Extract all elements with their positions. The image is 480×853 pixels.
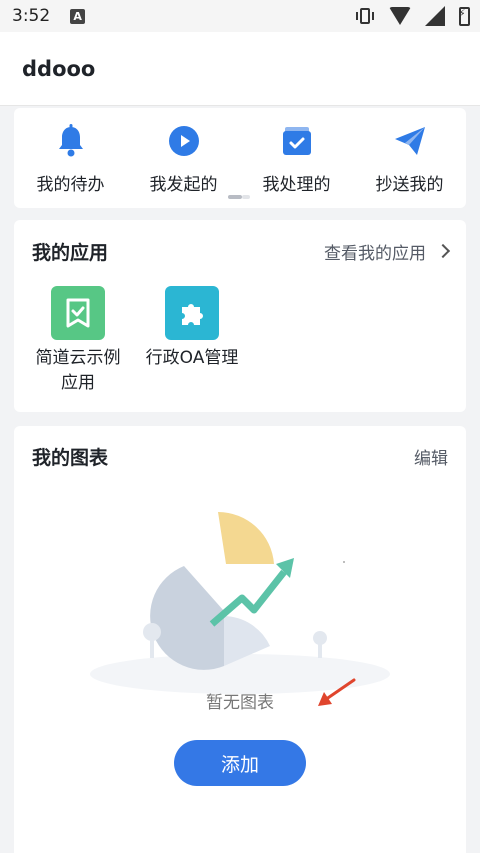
my-apps-card: 我的应用 查看我的应用 简道云示例应用 行政OA管理 <box>14 220 466 412</box>
quick-initiated-label: 我发起的 <box>149 175 218 195</box>
app-title: ddooo <box>22 56 96 81</box>
quick-todo[interactable]: 我的待办 <box>21 124 121 195</box>
battery-charging-icon <box>458 6 470 26</box>
empty-chart-illustration <box>90 511 390 694</box>
page-indicator-inactive <box>242 195 250 199</box>
vibrate-icon <box>355 7 375 25</box>
play-circle-icon <box>167 124 201 158</box>
quick-cc-label: 抄送我的 <box>375 175 444 195</box>
quick-todo-label: 我的待办 <box>36 175 105 195</box>
quick-handled[interactable]: 我处理的 <box>247 124 347 195</box>
status-bar: 3:52 A <box>0 0 480 32</box>
wifi-icon <box>389 7 411 25</box>
app-name: 简道云示例应用 <box>35 348 121 393</box>
view-my-apps-label: 查看我的应用 <box>324 243 426 264</box>
status-icons <box>355 6 470 26</box>
add-chart-button[interactable]: 添加 <box>174 740 306 786</box>
app-bar: ddooo <box>0 32 480 106</box>
paper-plane-icon <box>393 124 427 158</box>
quick-actions-card: 我的待办 我发起的 我处理的 抄送我的 <box>14 108 466 208</box>
my-charts-card: 我的图表 编辑 暂无图表 添加 <box>14 426 466 853</box>
chevron-right-icon <box>435 243 451 259</box>
annotation-arrow-icon <box>318 678 356 706</box>
my-charts-title: 我的图表 <box>32 446 109 469</box>
app-name: 行政OA管理 <box>145 348 239 368</box>
empty-charts-text: 暂无图表 <box>206 693 274 713</box>
app-admin-oa[interactable]: 行政OA管理 <box>144 286 240 396</box>
puzzle-icon <box>165 286 219 340</box>
app-jiandaoyun-demo[interactable]: 简道云示例应用 <box>30 286 126 396</box>
bell-icon <box>54 124 88 158</box>
status-time: 3:52 <box>12 6 51 26</box>
page-indicator <box>228 195 250 199</box>
my-apps-title: 我的应用 <box>32 241 109 264</box>
quick-initiated[interactable]: 我发起的 <box>134 124 234 195</box>
a-notification-icon: A <box>70 8 86 24</box>
bookmark-check-icon <box>51 286 105 340</box>
view-my-apps-link[interactable]: 查看我的应用 <box>324 239 451 264</box>
page-indicator-active <box>228 195 242 199</box>
quick-cc[interactable]: 抄送我的 <box>360 124 460 195</box>
edit-charts-button[interactable]: 编辑 <box>414 444 448 469</box>
quick-handled-label: 我处理的 <box>262 175 331 195</box>
signal-icon <box>425 6 445 26</box>
check-calendar-icon <box>280 124 314 158</box>
